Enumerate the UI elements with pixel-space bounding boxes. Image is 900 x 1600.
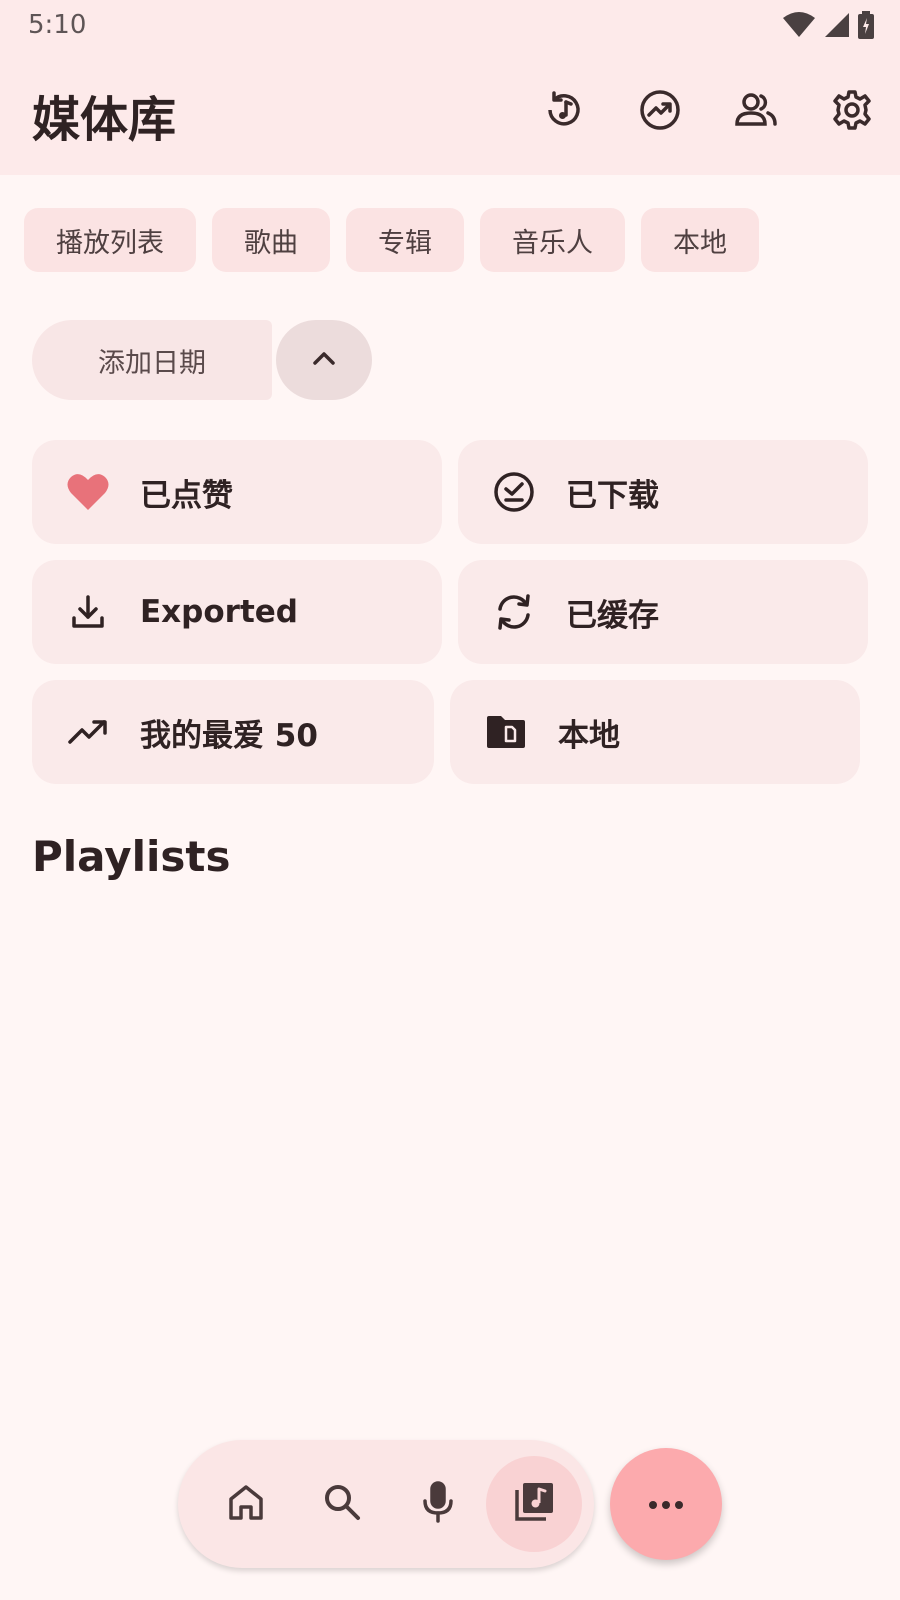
history-icon xyxy=(542,88,586,136)
heart-icon xyxy=(66,470,110,514)
top-actions xyxy=(516,80,900,144)
card-exported-label: Exported xyxy=(140,594,298,630)
chip-songs[interactable]: 歌曲 xyxy=(212,208,330,272)
status-bar: 5:10 xyxy=(0,0,900,50)
card-downloaded-label: 已下载 xyxy=(566,477,659,514)
library-music-icon xyxy=(512,1480,556,1528)
filter-chips: 播放列表 歌曲 专辑 音乐人 本地 xyxy=(24,208,759,272)
chevron-up-icon xyxy=(310,348,338,372)
trending-button[interactable] xyxy=(612,80,708,144)
history-button[interactable] xyxy=(516,80,612,144)
card-my-top-50[interactable]: 我的最爱 50 xyxy=(32,680,434,784)
status-icons xyxy=(782,11,874,43)
page-title: 媒体库 xyxy=(32,92,177,148)
signal-icon xyxy=(824,12,850,42)
sort-order-toggle[interactable] xyxy=(276,320,372,400)
accounts-button[interactable] xyxy=(708,80,804,144)
trending-icon xyxy=(638,88,682,136)
top-app-bar: 媒体库 xyxy=(0,50,900,175)
mic-icon xyxy=(420,1480,456,1528)
more-horiz-icon xyxy=(648,1495,684,1514)
sort-by-button[interactable]: 添加日期 xyxy=(32,320,272,400)
wifi-icon xyxy=(782,12,816,42)
download-icon xyxy=(66,590,110,634)
card-downloaded[interactable]: 已下载 xyxy=(458,440,868,544)
sort-control: 添加日期 xyxy=(32,320,372,400)
home-icon xyxy=(226,1482,266,1526)
card-liked[interactable]: 已点赞 xyxy=(32,440,442,544)
nav-search[interactable] xyxy=(294,1456,390,1552)
card-exported[interactable]: Exported xyxy=(32,560,442,664)
search-icon xyxy=(322,1482,362,1526)
nav-library[interactable] xyxy=(486,1456,582,1552)
card-local[interactable]: 本地 xyxy=(450,680,860,784)
chip-playlists[interactable]: 播放列表 xyxy=(24,208,196,272)
accounts-icon xyxy=(732,88,780,136)
more-options-fab[interactable] xyxy=(610,1448,722,1560)
chip-local[interactable]: 本地 xyxy=(641,208,759,272)
trending-up-icon xyxy=(66,710,110,754)
nav-home[interactable] xyxy=(198,1456,294,1552)
card-liked-label: 已点赞 xyxy=(140,477,233,514)
folder-icon xyxy=(484,710,528,754)
status-time: 5:10 xyxy=(28,10,87,40)
downloaded-check-icon xyxy=(492,470,536,514)
battery-icon xyxy=(858,11,874,43)
card-local-label: 本地 xyxy=(558,717,620,754)
chip-albums[interactable]: 专辑 xyxy=(346,208,464,272)
settings-button[interactable] xyxy=(804,80,900,144)
card-cached-label: 已缓存 xyxy=(566,597,659,634)
bottom-navigation xyxy=(178,1440,594,1568)
card-cached[interactable]: 已缓存 xyxy=(458,560,868,664)
chip-artists[interactable]: 音乐人 xyxy=(480,208,625,272)
sync-icon xyxy=(492,590,536,634)
card-my-top-50-label: 我的最爱 50 xyxy=(140,717,318,754)
nav-voice[interactable] xyxy=(390,1456,486,1552)
settings-icon xyxy=(830,88,874,136)
playlists-heading: Playlists xyxy=(32,832,231,881)
